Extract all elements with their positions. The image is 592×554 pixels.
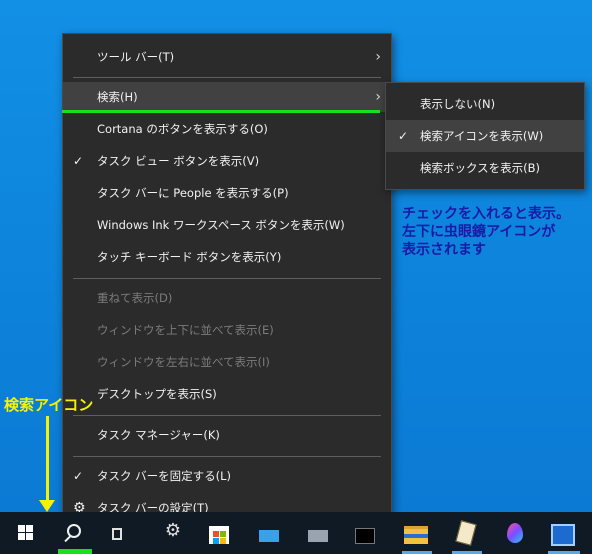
taskbar-context-menu: ツール バー(T) › 検索(H) › Cortana のボタンを表示する(O)…	[62, 33, 392, 527]
menu-item-label: デスクトップを表示(S)	[97, 387, 217, 401]
menu-item-label: タスク バーに People を表示する(P)	[97, 186, 289, 200]
menu-item-show-windows-ink[interactable]: Windows Ink ワークスペース ボタンを表示(W)	[63, 210, 391, 240]
cpu-info-icon[interactable]	[548, 512, 580, 554]
menu-item-label: 検索(H)	[97, 90, 138, 104]
file-explorer-icon[interactable]	[402, 512, 432, 554]
menu-item-show-people[interactable]: タスク バーに People を表示する(P)	[63, 178, 391, 208]
settings-gear-icon[interactable]: ⚙	[160, 512, 186, 554]
menu-item-search[interactable]: 検索(H) ›	[63, 82, 391, 112]
menu-item-label: ツール バー(T)	[97, 50, 175, 64]
search-submenu: 表示しない(N) ✓ 検索アイコンを表示(W) 検索ボックスを表示(B)	[385, 82, 585, 190]
menu-item-label: 重ねて表示(D)	[97, 291, 173, 305]
taskbar: ⚙	[0, 512, 592, 554]
menu-item-label: ウィンドウを左右に並べて表示(I)	[97, 355, 270, 369]
search-icon[interactable]	[52, 512, 92, 554]
submenu-item-show-search-icon[interactable]: ✓ 検索アイコンを表示(W)	[386, 120, 584, 152]
menu-item-lock-taskbar[interactable]: ✓ タスク バーを固定する(L)	[63, 461, 391, 491]
search-icon-highlight	[58, 549, 92, 554]
menu-item-label: Windows Ink ワークスペース ボタンを表示(W)	[97, 218, 345, 232]
explanation-note: チェックを入れると表示。 左下に虫眼鏡アイコンが 表示されます	[402, 205, 588, 259]
menu-item-toolbars[interactable]: ツール バー(T) ›	[63, 42, 391, 72]
menu-item-label: タスク バーを固定する(L)	[97, 469, 232, 483]
paint-drop-icon[interactable]	[502, 512, 528, 554]
menu-item-show-desktop[interactable]: デスクトップを表示(S)	[63, 379, 391, 409]
arrow-down-icon	[39, 500, 55, 512]
note-line: 左下に虫眼鏡アイコンが	[402, 224, 556, 240]
network-icon[interactable]	[306, 512, 330, 554]
task-view-icon[interactable]	[108, 512, 128, 554]
command-prompt-icon[interactable]	[354, 512, 376, 554]
search-highlight-underline	[62, 110, 380, 113]
note-line: チェックを入れると表示。	[402, 206, 570, 222]
menu-separator	[73, 278, 381, 279]
note-line: 表示されます	[402, 242, 486, 258]
menu-item-task-manager[interactable]: タスク マネージャー(K)	[63, 420, 391, 450]
submenu-item-label: 検索アイコンを表示(W)	[420, 129, 544, 143]
menu-item-label: ウィンドウを上下に並べて表示(E)	[97, 323, 274, 337]
menu-item-label: タスク ビュー ボタンを表示(V)	[97, 154, 260, 168]
checkmark-icon: ✓	[398, 129, 409, 143]
menu-item-label: タッチ キーボード ボタンを表示(Y)	[97, 250, 282, 264]
checkmark-icon: ✓	[73, 469, 84, 483]
menu-item-show-cortana-button[interactable]: Cortana のボタンを表示する(O)	[63, 114, 391, 144]
menu-item-cascade-windows: 重ねて表示(D)	[63, 283, 391, 313]
store-icon[interactable]	[206, 512, 232, 554]
chevron-right-icon: ›	[375, 89, 381, 105]
menu-item-label: Cortana のボタンを表示する(O)	[97, 122, 268, 136]
checkmark-icon: ✓	[73, 154, 84, 168]
menu-item-show-touch-keyboard[interactable]: タッチ キーボード ボタンを表示(Y)	[63, 242, 391, 272]
submenu-item-show-search-box[interactable]: 検索ボックスを表示(B)	[386, 152, 584, 184]
submenu-item-hidden[interactable]: 表示しない(N)	[386, 88, 584, 120]
menu-separator	[73, 456, 381, 457]
chevron-right-icon: ›	[375, 49, 381, 65]
search-icon-callout: 検索アイコン	[4, 396, 94, 414]
menu-separator	[73, 415, 381, 416]
mail-icon[interactable]	[258, 512, 280, 554]
submenu-item-label: 表示しない(N)	[420, 97, 496, 111]
menu-separator	[73, 77, 381, 78]
menu-item-label: タスク マネージャー(K)	[97, 428, 220, 442]
submenu-item-label: 検索ボックスを表示(B)	[420, 161, 541, 175]
menu-item-stack-windows: ウィンドウを上下に並べて表示(E)	[63, 315, 391, 345]
menu-item-show-task-view-button[interactable]: ✓ タスク ビュー ボタンを表示(V)	[63, 146, 391, 176]
callout-arrow-shaft	[46, 416, 49, 502]
windows-start-icon[interactable]	[8, 512, 40, 554]
text-editor-icon[interactable]	[452, 512, 482, 554]
menu-item-side-by-side-windows: ウィンドウを左右に並べて表示(I)	[63, 347, 391, 377]
